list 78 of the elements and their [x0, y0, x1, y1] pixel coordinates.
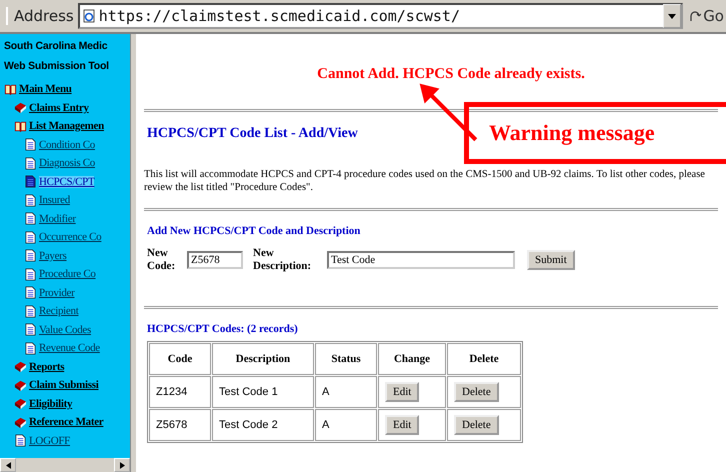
open-book-icon	[4, 82, 17, 96]
page-icon	[24, 342, 37, 355]
table-cell: Z1234	[149, 376, 211, 408]
page-icon	[24, 268, 37, 281]
table-cell: Z5678	[149, 408, 211, 441]
menu-link[interactable]: Reports	[29, 360, 64, 373]
menu-link[interactable]: Revenue Code	[39, 342, 100, 354]
page-icon	[24, 194, 37, 207]
menu-link[interactable]: LOGOFF	[29, 434, 70, 447]
menu-link[interactable]: List Managemen	[29, 120, 104, 132]
error-message: Cannot Add. HCPCS Code already exists.	[316, 66, 586, 83]
address-field[interactable]: https://claimstest.scmedicaid.com/scwst/	[78, 3, 684, 29]
selected-page-icon	[24, 175, 37, 188]
menu-link[interactable]: Reference Mater	[29, 416, 104, 428]
page-icon	[24, 286, 37, 300]
right-arrow-icon	[120, 462, 124, 468]
page-icon	[82, 9, 96, 23]
page-icon	[24, 323, 37, 336]
book-icon	[14, 101, 27, 114]
menu-link[interactable]: Insured	[39, 194, 70, 206]
page-icon	[24, 212, 37, 226]
column-header: Change	[378, 342, 446, 375]
go-arrow-icon	[689, 10, 702, 22]
dropdown-button[interactable]	[663, 4, 682, 28]
menu-link[interactable]: Recipient	[39, 305, 78, 318]
submit-button[interactable]: Submit	[527, 250, 575, 270]
menu-link[interactable]: Condition Co	[39, 138, 95, 151]
address-label: Address	[6, 7, 74, 25]
description-input[interactable]: Test Code	[327, 251, 515, 270]
menu-link[interactable]: Value Codes	[39, 324, 91, 336]
menu-link[interactable]: Payers	[39, 250, 67, 262]
edit-button[interactable]: Edit	[385, 414, 420, 435]
scrollbar[interactable]	[0, 458, 130, 472]
page-icon	[24, 249, 37, 262]
column-header: Description	[212, 342, 314, 375]
open-book-icon	[14, 120, 27, 133]
delete-button[interactable]: Delete	[454, 382, 499, 402]
delete-button[interactable]: Delete	[454, 414, 499, 435]
url-text: https://claimstest.scmedicaid.com/scwst/	[98, 7, 461, 25]
book-icon	[14, 360, 27, 374]
book-icon	[14, 397, 27, 410]
column-header: Delete	[447, 342, 521, 375]
column-header: Status	[315, 342, 377, 375]
callout-label: Warning message	[489, 120, 655, 146]
code-input[interactable]: Z5678	[187, 251, 243, 270]
menu-link[interactable]: Main Menu	[19, 83, 72, 96]
intro-paragraph: This list will accommodate HCPCS and CPT-4 procedure codes used on the CMS-1500 and UB-92 claims. To list other codes, please review the list titled "Procedure Codes".	[144, 168, 706, 194]
page-icon	[24, 304, 37, 318]
menu-link[interactable]: Claim Submissi	[29, 379, 98, 392]
menu-link[interactable]: Provider	[39, 286, 74, 299]
page-icon	[14, 434, 27, 448]
caret-icon	[668, 14, 676, 18]
page-icon	[24, 156, 37, 170]
menu-link[interactable]: Occurrence Co	[39, 231, 102, 244]
field-label: New Code:	[147, 247, 176, 274]
menu-link[interactable]: Eligibility	[29, 398, 72, 410]
sidebar-title: Web Submission Tool	[4, 60, 110, 72]
table-cell: Test Code 2	[212, 408, 314, 441]
book-icon	[14, 378, 27, 392]
page-icon	[24, 138, 37, 152]
table-cell: A	[315, 376, 377, 408]
section-heading: Add New HCPCS/CPT Code and Description	[147, 225, 362, 238]
left-arrow-icon	[6, 462, 10, 468]
table-cell: Test Code 1	[212, 376, 314, 408]
menu-link[interactable]: Claims Entry	[29, 102, 89, 114]
menu-link[interactable]: Procedure Co	[39, 268, 96, 280]
column-header: Code	[149, 342, 211, 375]
book-icon	[14, 416, 27, 429]
menu-link[interactable]: Modifier	[39, 212, 76, 225]
menu-link[interactable]: HCPCS/CPT	[39, 176, 94, 188]
field-label: New Description:	[253, 247, 312, 274]
edit-button[interactable]: Edit	[385, 382, 420, 402]
page-icon	[24, 230, 37, 244]
table-cell: A	[315, 408, 377, 441]
sidebar-title: South Carolina Medic	[4, 40, 108, 52]
section-heading: HCPCS/CPT Codes: (2 records)	[147, 322, 299, 335]
page-heading: HCPCS/CPT Code List - Add/View	[147, 126, 358, 142]
menu-link[interactable]: Diagnosis Co	[39, 157, 95, 170]
